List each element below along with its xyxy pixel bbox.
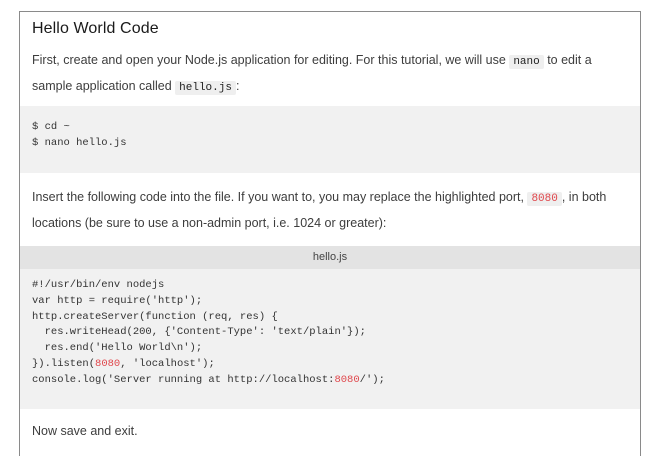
code-line: res.writeHead(200, {'Content-Type': 'tex… (32, 326, 366, 339)
inline-code-nano: nano (509, 55, 544, 69)
insert-paragraph: Insert the following code into the file.… (32, 185, 630, 235)
code-line: http.createServer(function (req, res) { (32, 310, 278, 323)
article-section: Hello World Code First, create and open … (19, 11, 641, 456)
highlighted-port: 8080 (95, 357, 121, 370)
intro-text: First, create and open your Node.js appl… (32, 53, 510, 67)
inline-code-port: 8080 (527, 192, 562, 206)
inline-code-filename: hello.js (175, 81, 236, 95)
code-line: $ nano hello.js (32, 136, 127, 149)
code-line: }).listen(8080, 'localhost'); (32, 357, 215, 370)
intro-text-end: : (235, 79, 240, 93)
closing-paragraph: Now save and exit. (32, 424, 138, 438)
hello-js-code-block[interactable]: #!/usr/bin/env nodejs var http = require… (20, 269, 640, 409)
code-filename-label: hello.js (20, 246, 640, 269)
code-line: $ cd ~ (32, 121, 70, 133)
highlighted-port: 8080 (334, 373, 360, 386)
insert-text: Insert the following code into the file.… (32, 190, 528, 204)
shell-code-block[interactable]: $ cd ~ $ nano hello.js (20, 106, 640, 173)
code-line: res.end('Hello World\n'); (32, 342, 203, 355)
intro-paragraph: First, create and open your Node.js appl… (32, 48, 630, 100)
code-line: var http = require('http'); (32, 294, 203, 307)
section-heading: Hello World Code (32, 20, 159, 37)
code-line: console.log('Server running at http://lo… (32, 373, 385, 386)
code-line: #!/usr/bin/env nodejs (32, 279, 165, 291)
